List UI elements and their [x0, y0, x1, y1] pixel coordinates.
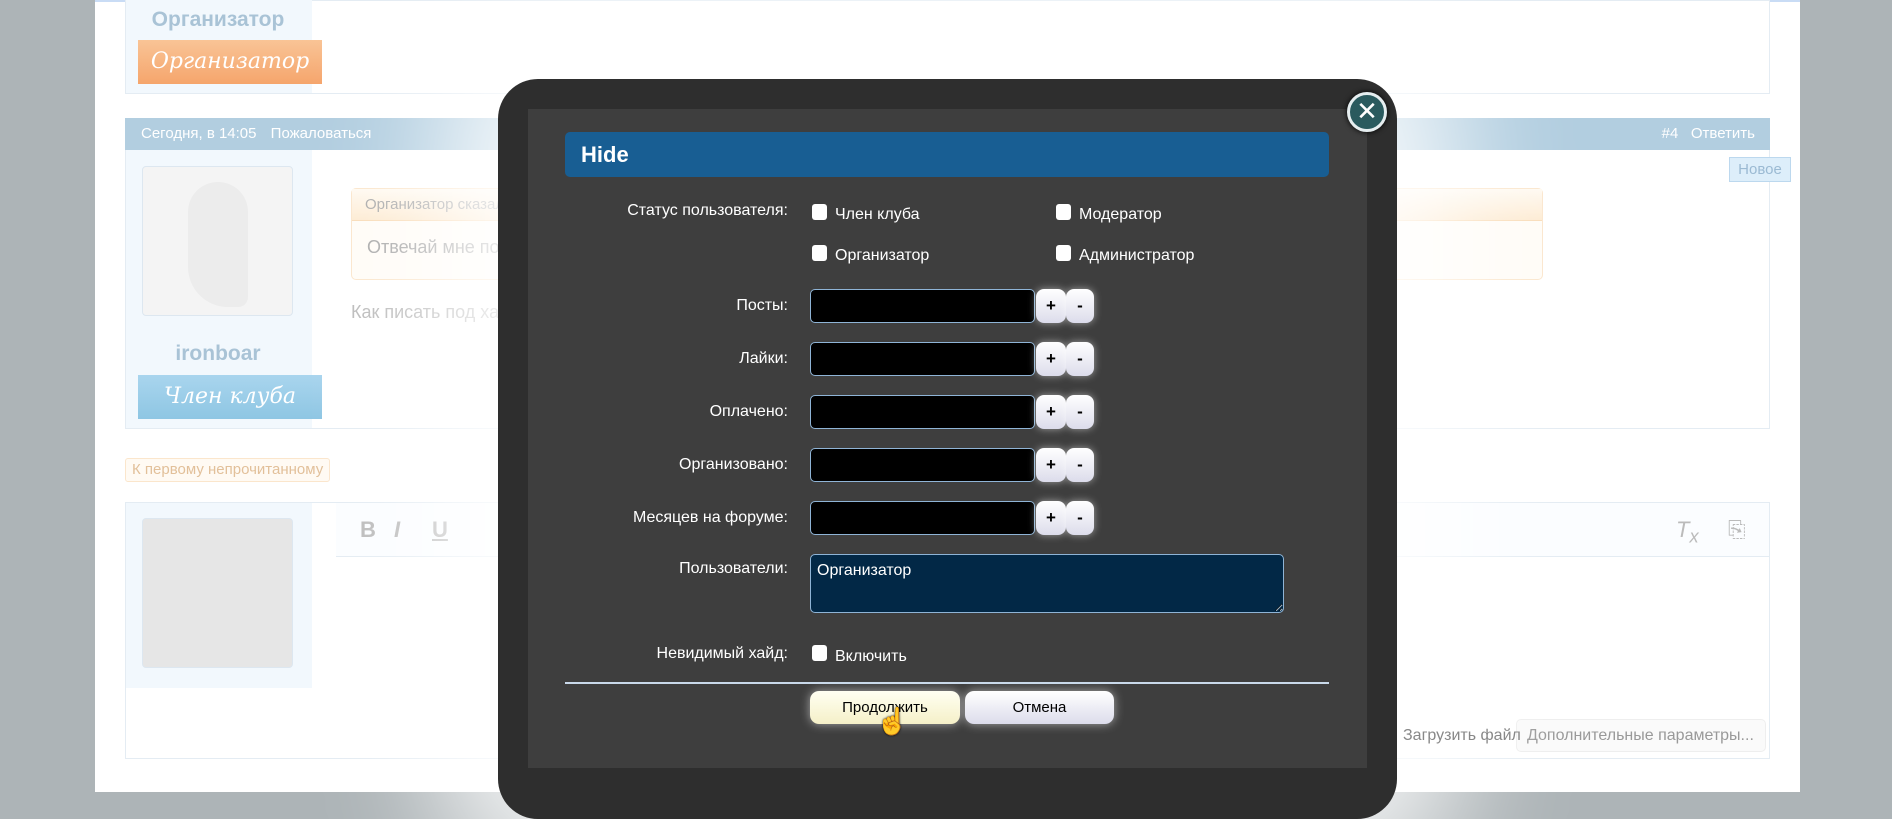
decrement-button[interactable]: - — [1066, 395, 1094, 429]
increment-button[interactable]: + — [1036, 342, 1066, 376]
post-2-username[interactable]: ironboar — [124, 342, 312, 366]
status-label: Статус пользователя: — [627, 202, 788, 219]
users-label: Пользователи: — [679, 560, 788, 577]
increment-button[interactable]: + — [1036, 501, 1066, 535]
post-number[interactable]: #4 — [1662, 125, 1679, 142]
invisible-hide-label: Невидимый хайд: — [656, 645, 788, 662]
status-label-moderator: Модератор — [1079, 206, 1162, 223]
post-1-username[interactable]: Организатор — [124, 8, 312, 32]
decrement-button[interactable]: - — [1066, 448, 1094, 482]
field-label: Посты: — [736, 297, 788, 314]
field-input[interactable] — [810, 395, 1035, 429]
reply-link[interactable]: Ответить — [1691, 125, 1755, 142]
invisible-hide-checkbox[interactable] — [812, 645, 827, 661]
status-checkbox-organizer[interactable] — [812, 245, 827, 261]
status-checkbox-admin[interactable] — [1056, 245, 1071, 261]
field-input[interactable] — [810, 342, 1035, 376]
post-2-badge: Член клуба — [138, 375, 322, 419]
invisible-hide-option: Включить — [835, 648, 907, 665]
new-badge: Новое — [1729, 157, 1791, 182]
avatar[interactable] — [142, 518, 293, 668]
first-unread-link[interactable]: К первому непрочитанному — [125, 458, 331, 482]
field-input[interactable] — [810, 448, 1035, 482]
cancel-button[interactable]: Отмена — [965, 691, 1114, 724]
bold-button[interactable]: B — [360, 517, 376, 543]
post-1-badge: Организатор — [138, 40, 322, 84]
dialog-title: Hide — [565, 132, 1329, 177]
silhouette-icon — [188, 182, 248, 307]
settings-doc-icon[interactable]: ⎘ — [1728, 517, 1746, 543]
more-options-button[interactable]: Дополнительные параметры... — [1516, 719, 1766, 752]
underline-button[interactable]: U — [432, 517, 448, 543]
more-options-label: Дополнительные параметры... — [1527, 727, 1754, 744]
clear-format-icon[interactable]: Tx — [1676, 517, 1699, 547]
increment-button[interactable]: + — [1036, 395, 1066, 429]
decrement-button[interactable]: - — [1066, 501, 1094, 535]
field-label: Оплачено: — [709, 403, 788, 420]
field-input[interactable] — [810, 289, 1035, 323]
users-textarea[interactable] — [810, 554, 1284, 613]
increment-button[interactable]: + — [1036, 448, 1066, 482]
hand-cursor-icon: ☝ — [876, 706, 909, 736]
status-checkbox-moderator[interactable] — [1056, 204, 1071, 220]
decrement-button[interactable]: - — [1066, 342, 1094, 376]
field-label: Организовано: — [679, 456, 788, 473]
italic-button[interactable]: I — [394, 517, 400, 543]
status-label-organizer: Организатор — [835, 247, 930, 264]
upload-file-label: Загрузить файл — [1403, 727, 1521, 744]
increment-button[interactable]: + — [1036, 289, 1066, 323]
close-icon[interactable]: ✕ — [1347, 92, 1387, 132]
status-checkbox-member[interactable] — [812, 204, 827, 220]
field-label: Лайки: — [739, 350, 788, 367]
divider — [565, 682, 1329, 684]
field-label: Месяцев на форуме: — [632, 509, 788, 526]
post-date: Сегодня, в 14:05 — [141, 125, 257, 142]
field-input[interactable] — [810, 501, 1035, 535]
report-link[interactable]: Пожаловаться — [271, 125, 372, 142]
decrement-button[interactable]: - — [1066, 289, 1094, 323]
avatar-default[interactable] — [142, 166, 293, 316]
upload-file-button[interactable]: Загрузить файл — [1398, 719, 1521, 752]
status-label-member: Член клуба — [835, 206, 920, 223]
status-label-admin: Администратор — [1079, 247, 1195, 264]
